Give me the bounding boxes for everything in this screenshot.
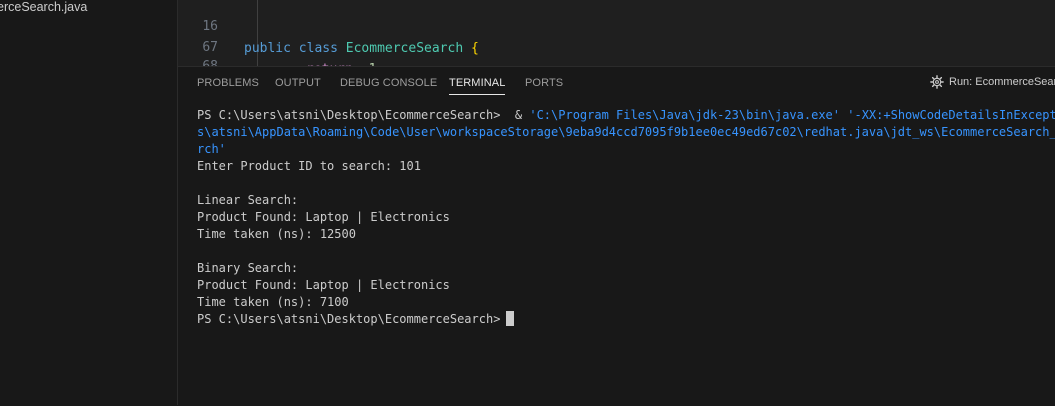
tab-output[interactable]: OUTPUT <box>275 77 321 89</box>
terminal-output[interactable]: PS C:\Users\atsni\Desktop\EcommerceSearc… <box>197 107 1055 328</box>
run-config-button[interactable]: Run: EcommerceSearc <box>930 75 1055 89</box>
file-item-label: erceSearch.java <box>0 0 88 14</box>
terminal-line: s\atsni\AppData\Roaming\Code\User\worksp… <box>197 125 1055 139</box>
tab-terminal[interactable]: TERMINAL <box>449 77 506 95</box>
terminal-line: Enter Product ID to search: 101 <box>197 159 421 173</box>
terminal-line: Product Found: Laptop | Electronics <box>197 278 450 292</box>
panel-tabs: PROBLEMS OUTPUT DEBUG CONSOLE TERMINAL P… <box>178 67 1055 101</box>
tab-problems[interactable]: PROBLEMS <box>197 77 259 89</box>
gear-icon <box>930 75 944 89</box>
terminal-line: Linear Search: <box>197 193 299 207</box>
terminal-line: PS C:\Users\atsni\Desktop\EcommerceSearc… <box>197 108 1055 122</box>
bottom-panel: PROBLEMS OUTPUT DEBUG CONSOLE TERMINAL P… <box>178 66 1055 406</box>
terminal-line: Product Found: Laptop | Electronics <box>197 210 450 224</box>
terminal-line: Binary Search: <box>197 261 299 275</box>
terminal-line: Time taken (ns): 7100 <box>197 295 349 309</box>
terminal-line: Time taken (ns): 12500 <box>197 227 356 241</box>
run-config-label: Run: EcommerceSearc <box>949 76 1055 88</box>
terminal-cursor <box>506 311 515 326</box>
file-item-ecommercesearch[interactable]: erceSearch.java <box>0 0 177 17</box>
tab-ports[interactable]: PORTS <box>525 77 563 89</box>
code-line: 69 <box>178 52 1055 66</box>
terminal-line: rch' <box>197 142 226 156</box>
code-line: 16 public class EcommerceSearch { <box>178 0 1055 56</box>
explorer-sidebar: erceSearch.java <box>0 0 178 405</box>
tab-debug-console[interactable]: DEBUG CONSOLE <box>340 77 437 89</box>
terminal-prompt-line: PS C:\Users\atsni\Desktop\EcommerceSearc… <box>197 311 1055 328</box>
code-editor[interactable]: 16 public class EcommerceSearch { 67 ret… <box>178 0 1055 66</box>
